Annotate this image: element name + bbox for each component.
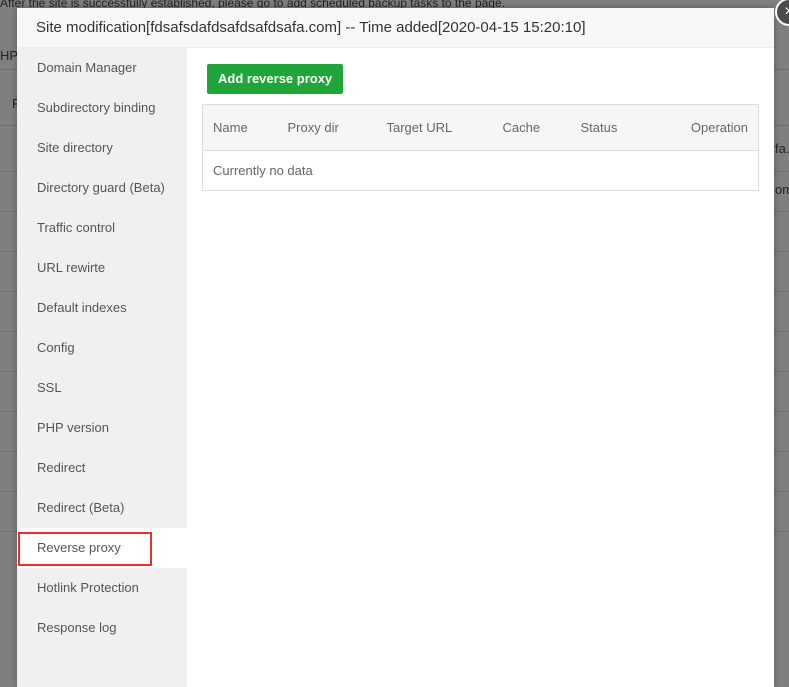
empty-message: Currently no data — [202, 150, 759, 191]
column-header: Proxy dir — [277, 104, 377, 151]
sidebar-item-site-directory[interactable]: Site directory — [17, 128, 187, 168]
sidebar-item-default-indexes[interactable]: Default indexes — [17, 288, 187, 328]
sidebar-item-reverse-proxy[interactable]: Reverse proxy — [17, 528, 187, 568]
sidebar-item-url-rewrite[interactable]: URL rewirte — [17, 248, 187, 288]
proxy-table: Name Proxy dir Target URL Cache Status O… — [202, 104, 759, 191]
sidebar-item-response-log[interactable]: Response log — [17, 608, 187, 648]
sidebar-item-subdirectory-binding[interactable]: Subdirectory binding — [17, 88, 187, 128]
add-reverse-proxy-button[interactable]: Add reverse proxy — [207, 64, 344, 94]
dialog-title: Site modification[fdsafsdafdsafdsafdsafa… — [17, 8, 774, 48]
sidebar-item-ssl[interactable]: SSL — [17, 368, 187, 408]
column-header: Target URL — [376, 104, 493, 151]
sidebar-item-redirect-beta[interactable]: Redirect (Beta) — [17, 488, 187, 528]
sidebar-item-domain-manager[interactable]: Domain Manager — [17, 48, 187, 88]
sidebar-item-hotlink-protection[interactable]: Hotlink Protection — [17, 568, 187, 608]
sidebar-item-traffic-control[interactable]: Traffic control — [17, 208, 187, 248]
close-icon[interactable]: × — [775, 0, 789, 26]
column-header: Name — [202, 104, 278, 151]
highlight-box — [18, 532, 152, 566]
column-header: Status — [570, 104, 642, 151]
sidebar-item-php-version[interactable]: PHP version — [17, 408, 187, 448]
sidebar-item-redirect[interactable]: Redirect — [17, 448, 187, 488]
sidebar-item-directory-guard[interactable]: Directory guard (Beta) — [17, 168, 187, 208]
site-modification-dialog: Site modification[fdsafsdafdsafdsafdsafa… — [17, 0, 789, 687]
content-panel: Add reverse proxy Name Proxy dir Target … — [202, 64, 759, 191]
sidebar-item-config[interactable]: Config — [17, 328, 187, 368]
sidebar: Domain Manager Subdirectory binding Site… — [17, 48, 187, 687]
column-header: Operation — [641, 104, 759, 151]
column-header: Cache — [492, 104, 571, 151]
